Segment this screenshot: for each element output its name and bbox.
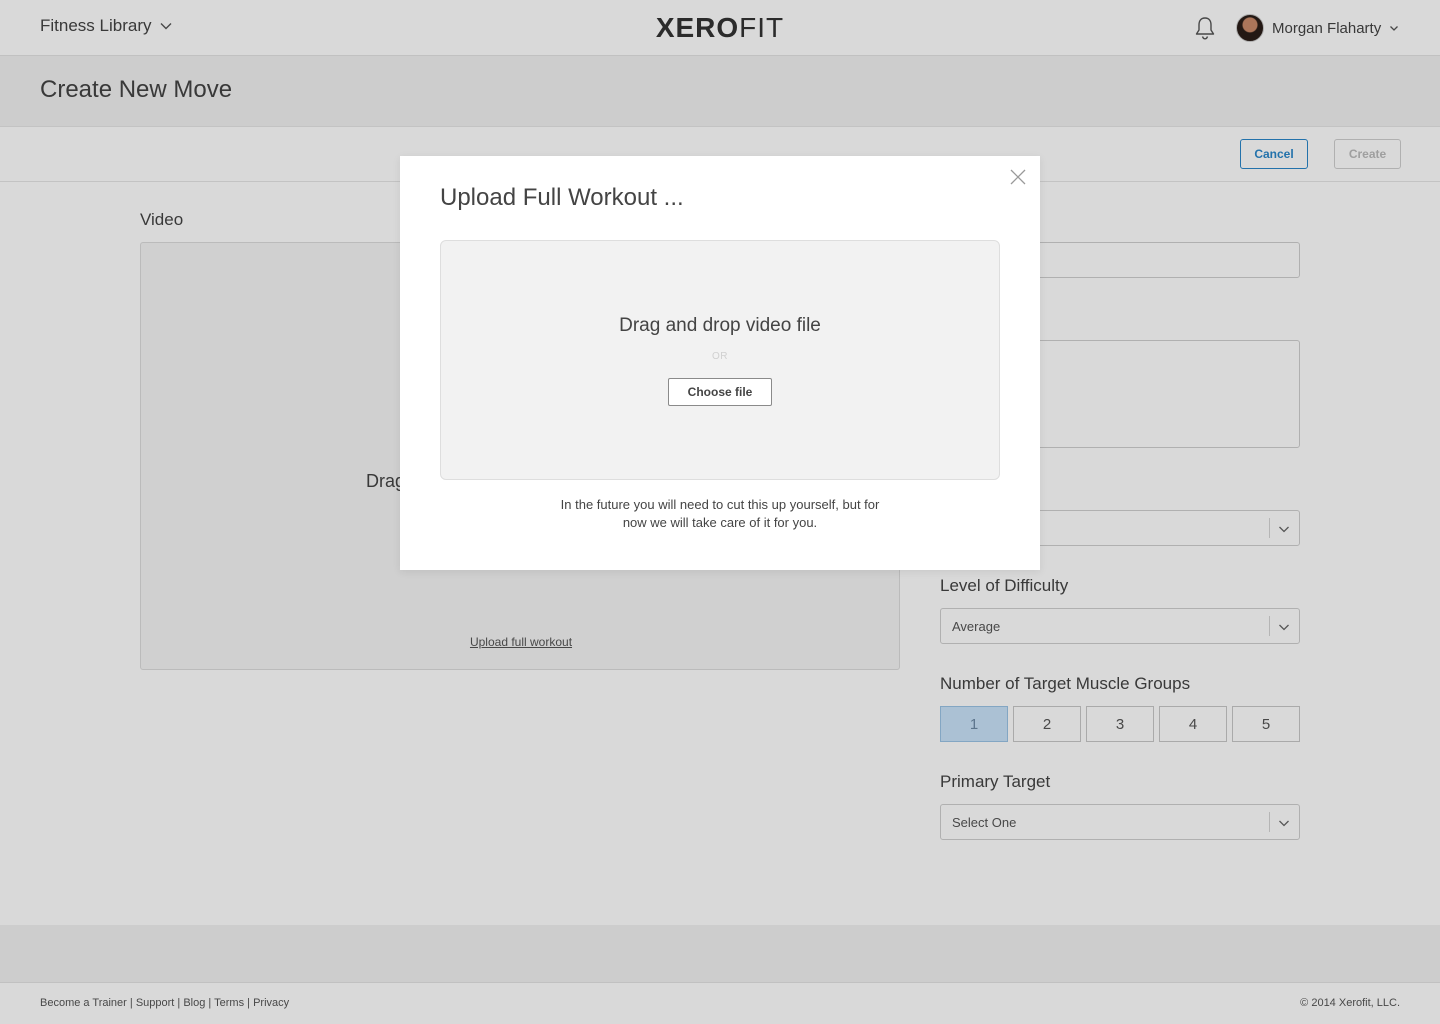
modal-note-line-1: In the future you will need to cut this … xyxy=(560,497,880,512)
drop-zone-or: OR xyxy=(712,351,728,362)
drop-zone-title: Drag and drop video file xyxy=(619,315,821,336)
upload-modal: Upload Full Workout ... Drag and drop vi… xyxy=(400,156,1040,570)
modal-note: In the future you will need to cut this … xyxy=(540,496,900,532)
modal-note-line-2: now we will take care of it for you. xyxy=(622,515,818,530)
file-drop-zone[interactable]: Drag and drop video file OR Choose file xyxy=(440,240,1000,480)
close-icon[interactable] xyxy=(1010,169,1026,185)
modal-title: Upload Full Workout ... xyxy=(440,184,684,211)
choose-file-button[interactable]: Choose file xyxy=(668,378,772,406)
